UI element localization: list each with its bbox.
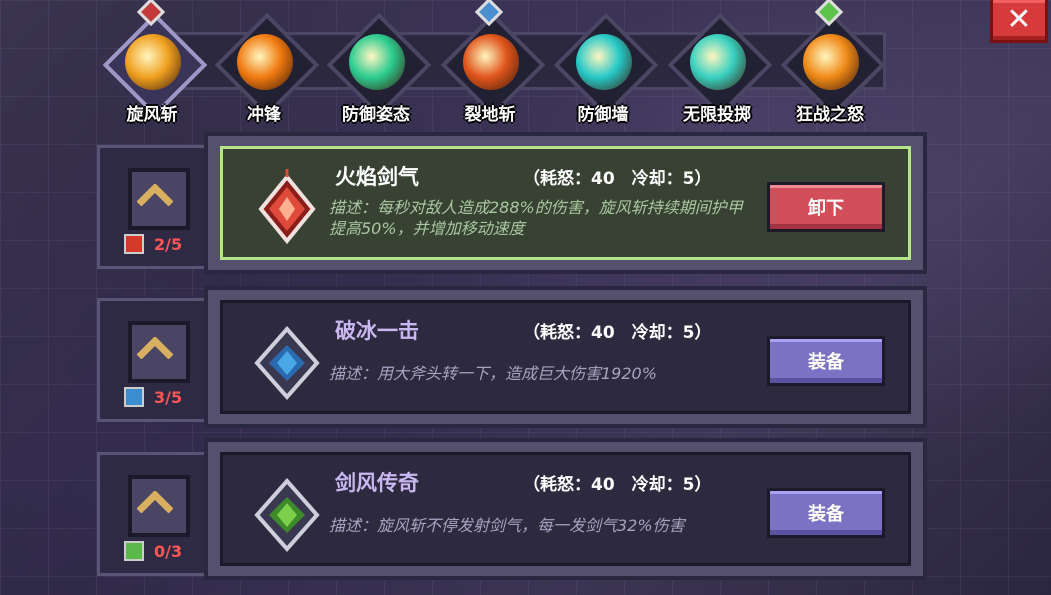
rune-name: 剑风传奇 [335, 471, 419, 495]
chevron-up-icon [137, 184, 173, 206]
rune-level-panel: 3/5 [97, 298, 211, 422]
rune-level: 3/5 [154, 387, 183, 407]
tab-defense-wall[interactable]: 防御墙 [551, 12, 661, 125]
berserker-rage-icon [803, 34, 859, 90]
wind-rune-icon [254, 477, 320, 553]
tab-label: 旋风斩 [126, 105, 178, 125]
rune-stats: （耗怒：40 冷却：5） [523, 169, 712, 189]
rune-description: 描述：每秒对敌人造成288%的伤害，旋风斩持续期间护甲提高50%，并增加移动速度 [329, 198, 743, 238]
rune-card[interactable]: 火焰剑气 （耗怒：40 冷却：5） 描述：每秒对敌人造成288%的伤害，旋风斩持… [204, 132, 927, 274]
tab-charge[interactable]: 冲锋 [212, 12, 322, 125]
tab-label: 防御墙 [577, 105, 629, 125]
level-icon [124, 541, 144, 561]
unequip-button[interactable]: 卸下 [767, 182, 885, 232]
rune-stats: （耗怒：40 冷却：5） [523, 323, 712, 343]
rune-level: 2/5 [154, 234, 183, 254]
rune-level-panel: 2/5 [97, 145, 211, 269]
tab-label: 冲锋 [247, 105, 281, 125]
level-icon [124, 387, 144, 407]
rune-name: 破冰一击 [335, 319, 419, 343]
rune-level-panel: 0/3 [97, 452, 211, 576]
defense-stance-icon [349, 34, 405, 90]
defense-wall-icon [576, 34, 632, 90]
tab-label: 无限投掷 [683, 105, 751, 125]
close-icon: ✕ [1006, 2, 1032, 37]
tab-label: 防御姿态 [342, 105, 410, 125]
infinite-throw-icon [690, 34, 746, 90]
equip-button[interactable]: 装备 [767, 336, 885, 386]
chevron-up-icon [137, 337, 173, 359]
close-button[interactable]: ✕ [990, 0, 1048, 43]
ice-rune-icon [254, 325, 320, 401]
whirlwind-icon [125, 34, 181, 90]
tab-berserker-rage[interactable]: 狂战之怒 [778, 0, 888, 125]
tab-defense-stance[interactable]: 防御姿态 [324, 12, 434, 125]
level-icon [124, 234, 144, 254]
tab-label: 裂地斩 [464, 105, 516, 125]
charge-icon [237, 34, 293, 90]
rune-name: 火焰剑气 [335, 165, 419, 189]
rune-card[interactable]: 剑风传奇 （耗怒：40 冷却：5） 描述：旋风斩不停发射剑气，每一发剑气32%伤… [204, 438, 927, 580]
rune-card[interactable]: 破冰一击 （耗怒：40 冷却：5） 描述：用大斧头转一下，造成巨大伤害1920%… [204, 286, 927, 428]
upgrade-button[interactable] [128, 168, 190, 230]
rune-level: 0/3 [154, 541, 183, 561]
tab-whirlwind[interactable]: 旋风斩 [100, 0, 210, 125]
rune-description: 描述：用大斧头转一下，造成巨大伤害1920% [329, 364, 657, 383]
rune-description: 描述：旋风斩不停发射剑气，每一发剑气32%伤害 [329, 516, 685, 535]
rune-stats: （耗怒：40 冷却：5） [523, 475, 712, 495]
equip-button[interactable]: 装备 [767, 488, 885, 538]
chevron-up-icon [137, 491, 173, 513]
tab-infinite-throw[interactable]: 无限投掷 [665, 12, 775, 125]
tab-ground-slam[interactable]: 裂地斩 [438, 0, 548, 125]
upgrade-button[interactable] [128, 475, 190, 537]
upgrade-button[interactable] [128, 321, 190, 383]
tab-label: 狂战之怒 [796, 105, 864, 125]
fire-rune-icon [258, 169, 316, 245]
ground-slam-icon [463, 34, 519, 90]
